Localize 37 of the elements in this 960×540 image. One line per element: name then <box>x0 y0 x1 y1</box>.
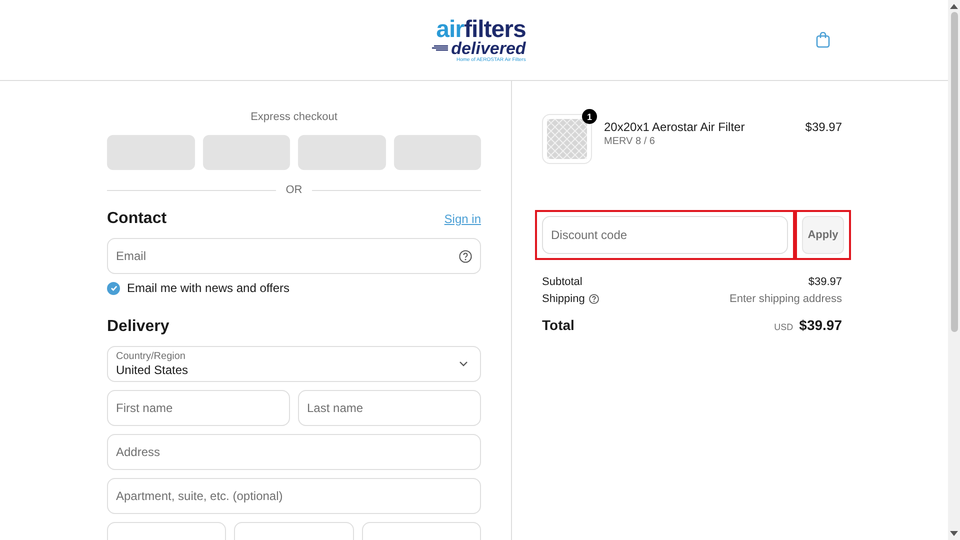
help-icon[interactable] <box>588 294 599 304</box>
discount-code-field[interactable]: Discount code <box>542 216 788 254</box>
total-label: Total <box>542 317 574 333</box>
delivery-heading: Delivery <box>107 318 170 336</box>
product-price: $39.97 <box>805 119 842 134</box>
input-field[interactable]: Last name <box>298 390 481 426</box>
quantity-badge: 1 <box>582 109 597 124</box>
shopping-bag-icon[interactable] <box>816 32 830 48</box>
scroll-up-icon[interactable] <box>950 3 958 9</box>
product-variant: MERV 8 / 6 <box>604 136 656 147</box>
checkbox[interactable] <box>107 282 120 294</box>
apply-button[interactable]: Apply <box>802 216 844 254</box>
payment-button[interactable] <box>202 135 290 170</box>
scrollbar[interactable] <box>948 0 960 540</box>
shipping-value: Enter shipping address <box>729 293 842 305</box>
total-value: $39.97 <box>799 317 842 333</box>
payment-button[interactable] <box>298 135 386 170</box>
or-label: OR <box>286 184 302 196</box>
product-name: 20x20x1 Aerostar Air Filter <box>604 120 746 134</box>
shipping-label: Shipping <box>542 293 585 305</box>
newsletter-label: Email me with news and offers <box>127 281 290 295</box>
country-select[interactable]: Country/Region United States <box>107 346 481 382</box>
subtotal-label: Subtotal <box>542 276 582 288</box>
payment-button[interactable] <box>394 135 481 170</box>
input-field[interactable]: Address <box>107 434 481 470</box>
payment-button[interactable] <box>107 135 194 170</box>
input-field[interactable]: First name <box>107 390 290 426</box>
checkmark-icon <box>110 284 118 292</box>
express-checkout-title: Express checkout <box>250 111 338 123</box>
subtotal-value: $39.97 <box>808 276 842 288</box>
input-field[interactable]: Apartment, suite, etc. (optional) <box>107 478 481 514</box>
help-icon[interactable] <box>459 250 472 263</box>
scroll-down-icon[interactable] <box>950 531 958 537</box>
currency-label: USD <box>774 322 794 332</box>
email-field[interactable]: Email <box>107 238 481 274</box>
contact-heading: Contact <box>107 210 167 228</box>
chevron-down-icon <box>459 361 468 367</box>
